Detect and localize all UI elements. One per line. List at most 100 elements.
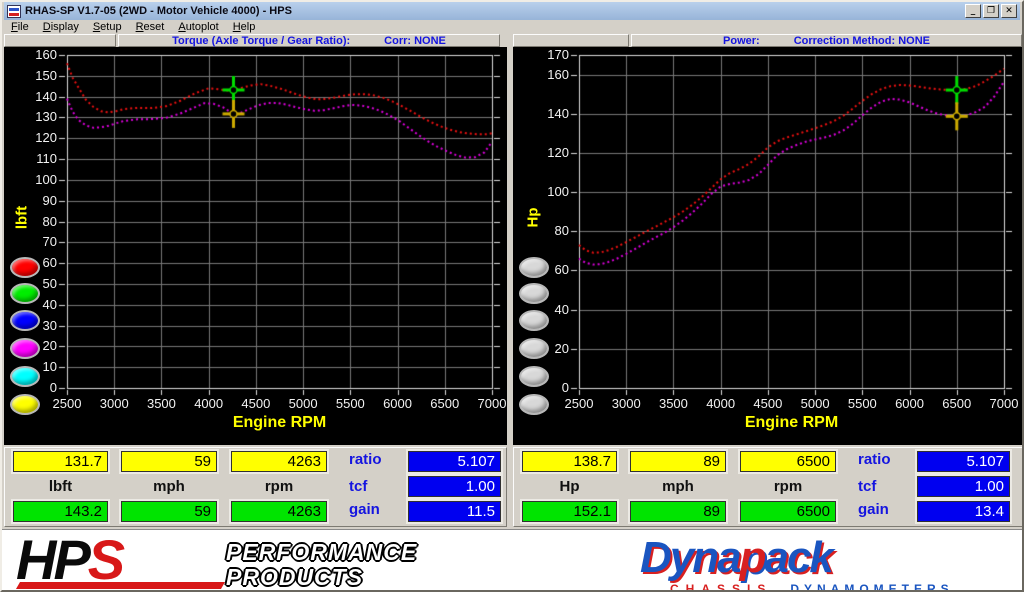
run-select-button-gray-3[interactable] xyxy=(519,310,549,331)
header-blank-right xyxy=(513,34,629,47)
close-button[interactable]: ✕ xyxy=(1001,4,1017,18)
run-select-button-gray-1[interactable] xyxy=(519,257,549,278)
gain-field[interactable]: 11.5 xyxy=(408,501,501,522)
tcf-label: tcf xyxy=(349,478,401,498)
speed-unit-label: mph xyxy=(630,478,726,498)
yellow-cursor-speed-value: 89 xyxy=(630,451,726,472)
run-select-button-gray-5[interactable] xyxy=(519,366,549,387)
logo-strip: HPS PERFORMANCE PRODUCTS Dynapack CHASSI… xyxy=(2,529,1024,592)
x-tick-label: 5000 xyxy=(280,396,326,411)
menu-item-file[interactable]: File xyxy=(4,20,36,34)
hps-logo-text: PERFORMANCE PRODUCTS xyxy=(226,540,417,590)
power-chart-canvas[interactable] xyxy=(513,47,1024,445)
gain-label: gain xyxy=(858,501,910,521)
dynapack-subtext: CHASSISDYNAMOMETERS xyxy=(670,582,954,592)
y-tick-label: 120 xyxy=(533,145,569,160)
title-bar[interactable]: RHAS-SP V1.7-05 (2WD - Motor Vehicle 400… xyxy=(4,2,1020,20)
green-cursor-rpm-value: 6500 xyxy=(740,501,836,522)
gain-field[interactable]: 13.4 xyxy=(917,501,1010,522)
y-tick-label: 140 xyxy=(533,106,569,121)
yellow-cursor-rpm-value: 6500 xyxy=(740,451,836,472)
x-tick-label: 3000 xyxy=(603,396,649,411)
run-select-button-green[interactable] xyxy=(10,283,40,304)
run-select-button-gray-6[interactable] xyxy=(519,394,549,415)
app-icon xyxy=(7,5,21,18)
power-chart-header: Power: Correction Method: NONE xyxy=(631,34,1022,47)
y-tick-label: 130 xyxy=(21,109,57,124)
y-tick-label: 160 xyxy=(21,47,57,62)
window-title: RHAS-SP V1.7-05 (2WD - Motor Vehicle 400… xyxy=(25,5,292,17)
torque-chart-panel: 0102030405060708090100110120130140150160… xyxy=(4,47,507,445)
gain-label: gain xyxy=(349,501,401,521)
yellow-cursor-speed-value: 59 xyxy=(121,451,217,472)
x-tick-label: 5000 xyxy=(792,396,838,411)
torque-unit-label: lbft xyxy=(13,478,108,498)
hps-logo-letters: HPS xyxy=(16,532,122,588)
x-tick-label: 6000 xyxy=(887,396,933,411)
x-axis-title: Engine RPM xyxy=(210,414,350,432)
dynapack-wordmark: Dynapack xyxy=(640,536,832,580)
minimize-button[interactable]: _ xyxy=(965,4,981,18)
yellow-cursor-torque-value: 131.7 xyxy=(13,451,108,472)
tcf-label: tcf xyxy=(858,478,910,498)
app-window: RHAS-SP V1.7-05 (2WD - Motor Vehicle 400… xyxy=(0,0,1024,592)
torque-chart-header: Torque (Axle Torque / Gear Ratio): Corr:… xyxy=(118,34,500,47)
power-readout-panel: 138.7 89 6500 ratio 5.107 Hp mph rpm tcf… xyxy=(513,447,1024,527)
y-tick-label: 170 xyxy=(533,47,569,62)
ratio-field[interactable]: 5.107 xyxy=(917,451,1010,472)
run-select-button-yellow[interactable] xyxy=(10,394,40,415)
menu-bar: FileDisplaySetupResetAutoplotHelp xyxy=(4,20,1020,34)
restore-button[interactable]: ❐ xyxy=(983,4,999,18)
x-tick-label: 3500 xyxy=(138,396,184,411)
x-axis-title: Engine RPM xyxy=(722,414,862,432)
menu-item-autoplot[interactable]: Autoplot xyxy=(171,20,225,34)
x-tick-label: 4000 xyxy=(698,396,744,411)
x-tick-label: 2500 xyxy=(556,396,602,411)
hps-logo: HPS PERFORMANCE PRODUCTS xyxy=(14,530,414,592)
tcf-field[interactable]: 1.00 xyxy=(917,476,1010,497)
yellow-cursor-rpm-value: 4263 xyxy=(231,451,327,472)
speed-unit-label: mph xyxy=(121,478,217,498)
menu-item-display[interactable]: Display xyxy=(36,20,86,34)
y-axis-title: Hp xyxy=(525,196,542,240)
y-tick-label: 150 xyxy=(21,68,57,83)
ratio-label: ratio xyxy=(349,451,401,471)
power-chart-title: Power: xyxy=(723,35,760,47)
header-strip: Torque (Axle Torque / Gear Ratio): Corr:… xyxy=(4,34,1020,47)
x-tick-label: 6500 xyxy=(422,396,468,411)
tcf-field[interactable]: 1.00 xyxy=(408,476,501,497)
y-tick-label: 140 xyxy=(21,89,57,104)
menu-item-help[interactable]: Help xyxy=(226,20,263,34)
torque-chart-canvas[interactable] xyxy=(4,47,507,445)
run-select-button-red[interactable] xyxy=(10,257,40,278)
ratio-field[interactable]: 5.107 xyxy=(408,451,501,472)
torque-readout-panel: 131.7 59 4263 ratio 5.107 lbft mph rpm t… xyxy=(4,447,507,527)
dynapack-logo: Dynapack CHASSISDYNAMOMETERS xyxy=(630,536,1020,592)
run-select-button-cyan[interactable] xyxy=(10,366,40,387)
green-cursor-torque-value: 143.2 xyxy=(13,501,108,522)
green-cursor-speed-value: 89 xyxy=(630,501,726,522)
green-cursor-rpm-value: 4263 xyxy=(231,501,327,522)
power-correction-label: Correction Method: NONE xyxy=(794,35,930,47)
x-tick-label: 6000 xyxy=(375,396,421,411)
run-select-button-gray-2[interactable] xyxy=(519,283,549,304)
yellow-cursor-power-value: 138.7 xyxy=(522,451,617,472)
x-tick-label: 3500 xyxy=(650,396,696,411)
y-tick-label: 110 xyxy=(21,151,57,166)
run-select-button-gray-4[interactable] xyxy=(519,338,549,359)
x-tick-label: 5500 xyxy=(839,396,885,411)
x-tick-label: 4500 xyxy=(745,396,791,411)
run-select-button-magenta[interactable] xyxy=(10,338,40,359)
x-tick-label: 7000 xyxy=(981,396,1024,411)
menu-item-reset[interactable]: Reset xyxy=(129,20,172,34)
x-tick-label: 7000 xyxy=(469,396,515,411)
green-cursor-power-value: 152.1 xyxy=(522,501,617,522)
x-tick-label: 3000 xyxy=(91,396,137,411)
rpm-unit-label: rpm xyxy=(740,478,836,498)
power-chart-panel: 0204060801001201401601702500300035004000… xyxy=(513,47,1024,445)
run-select-button-blue[interactable] xyxy=(10,310,40,331)
power-unit-label: Hp xyxy=(522,478,617,498)
ratio-label: ratio xyxy=(858,451,910,471)
x-tick-label: 5500 xyxy=(327,396,373,411)
menu-item-setup[interactable]: Setup xyxy=(86,20,129,34)
